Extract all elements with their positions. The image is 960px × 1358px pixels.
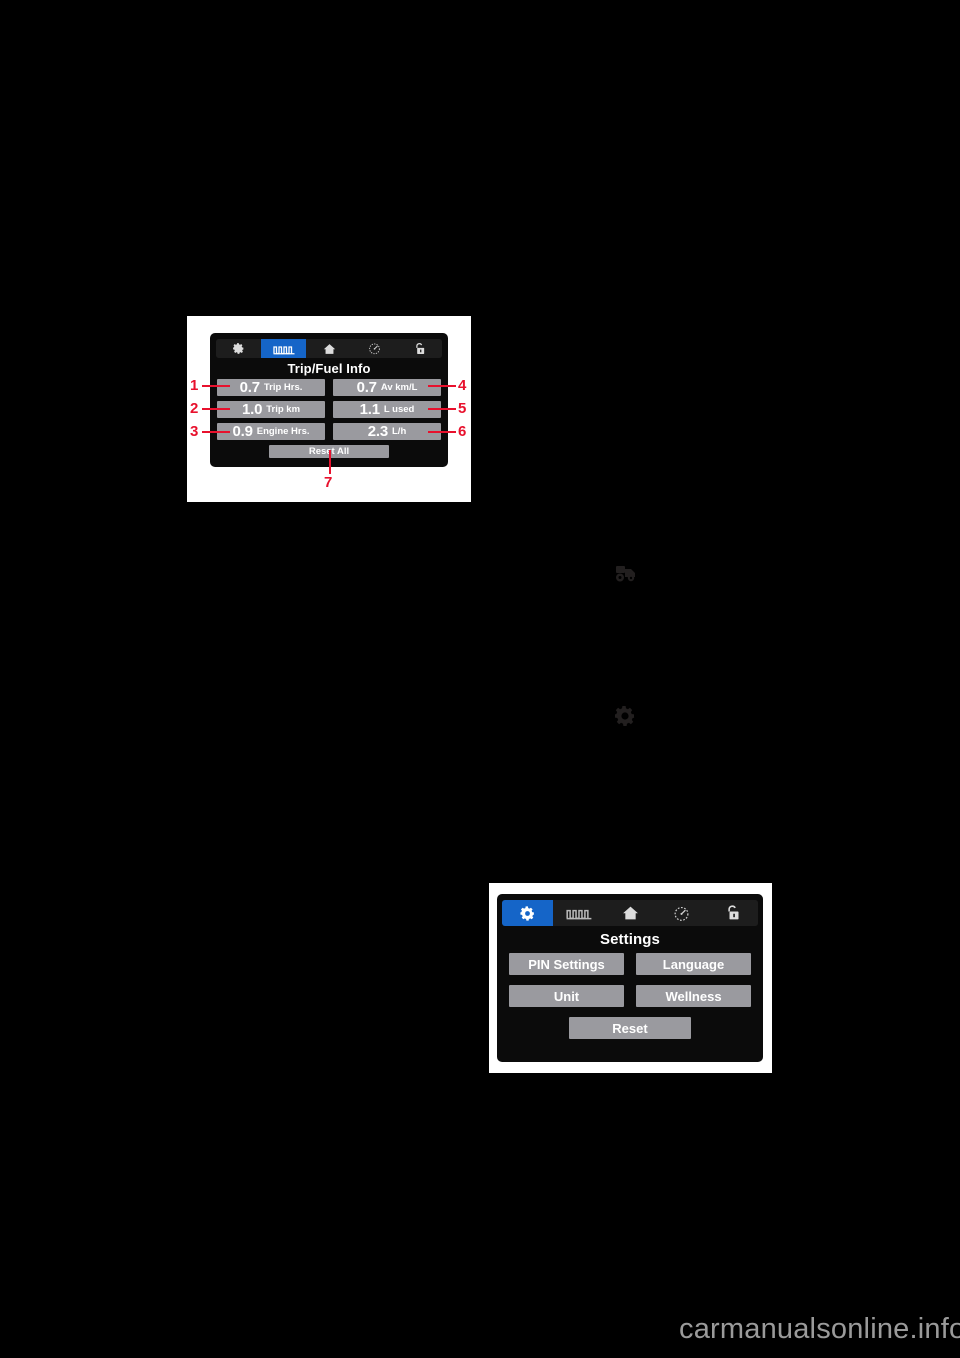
- tab-trip-meter[interactable]: [261, 339, 307, 358]
- value-number: 0.7: [239, 379, 260, 396]
- callout-6: 6: [458, 423, 467, 440]
- value-unit: Engine Hrs.: [256, 425, 310, 437]
- tab-settings[interactable]: [216, 339, 262, 358]
- gear-icon: [613, 704, 637, 728]
- unit-button[interactable]: Unit: [509, 985, 624, 1007]
- value-unit: L/h: [392, 425, 407, 437]
- callout-6-leader: [428, 431, 456, 433]
- callout-2-leader: [202, 408, 230, 410]
- value-trip-hours[interactable]: 0.7 Trip Hrs.: [217, 379, 325, 396]
- unlock-padlock-icon: [413, 342, 426, 356]
- tab-home[interactable]: [306, 339, 352, 358]
- value-unit: Trip km: [266, 403, 301, 415]
- home-icon: [622, 905, 639, 921]
- gear-icon: [519, 905, 536, 922]
- callout-7: 7: [324, 474, 333, 491]
- pin-settings-button[interactable]: PIN Settings: [509, 953, 624, 975]
- callout-3: 3: [190, 423, 199, 440]
- vehicle-icon: [612, 560, 638, 584]
- callout-4-leader: [428, 385, 456, 387]
- home-icon: [323, 343, 336, 355]
- value-number: 1.1: [359, 401, 380, 418]
- callout-3-leader: [202, 431, 230, 433]
- unit-label: Unit: [553, 988, 580, 1004]
- language-button[interactable]: Language: [636, 953, 751, 975]
- callout-5-leader: [428, 408, 456, 410]
- value-litres-per-hour[interactable]: 2.3 L/h: [333, 423, 441, 440]
- value-trip-km[interactable]: 1.0 Trip km: [217, 401, 325, 418]
- wellness-label: Wellness: [665, 988, 722, 1004]
- tab-lock[interactable]: [706, 900, 758, 926]
- pin-settings-label: PIN Settings: [528, 956, 605, 972]
- settings-figure: Settings PIN Settings Language Unit Well…: [489, 883, 772, 1073]
- value-number: 2.3: [367, 423, 388, 440]
- tab-trip-meter[interactable]: [553, 900, 605, 926]
- gauge-icon: [673, 905, 690, 922]
- wellness-button[interactable]: Wellness: [636, 985, 751, 1007]
- tab-settings[interactable]: [502, 900, 554, 926]
- tab-bar[interactable]: [216, 339, 442, 358]
- value-engine-hours[interactable]: 0.9 Engine Hrs.: [217, 423, 325, 440]
- value-number: 0.9: [232, 423, 253, 440]
- callout-2: 2: [190, 400, 199, 417]
- trip-fuel-figure: Trip/Fuel Info 0.7 Trip Hrs. 0.7 Av km/L…: [187, 316, 471, 502]
- language-label: Language: [662, 956, 725, 972]
- trip-fuel-title: Trip/Fuel Info: [287, 361, 371, 376]
- unlock-padlock-icon: [724, 904, 741, 922]
- settings-buttons: PIN Settings Language Unit Wellness: [509, 953, 751, 1007]
- value-unit: L used: [383, 403, 415, 415]
- settings-title: Settings: [600, 931, 660, 948]
- trip-fuel-display: Trip/Fuel Info 0.7 Trip Hrs. 0.7 Av km/L…: [210, 333, 448, 467]
- value-number: 1.0: [241, 401, 263, 418]
- trip-meter-icon: [566, 906, 592, 920]
- trip-fuel-values: 0.7 Trip Hrs. 0.7 Av km/L 1.0 Trip km 1.…: [217, 379, 441, 440]
- gauge-icon: [368, 342, 381, 355]
- reset-button[interactable]: Reset: [569, 1017, 691, 1039]
- callout-7-leader: [329, 450, 331, 474]
- callout-1: 1: [190, 377, 199, 394]
- callout-4: 4: [458, 377, 467, 394]
- settings-display: Settings PIN Settings Language Unit Well…: [497, 894, 763, 1062]
- tab-lock[interactable]: [396, 339, 442, 358]
- gear-icon: [232, 342, 245, 355]
- value-litres-used[interactable]: 1.1 L used: [333, 401, 441, 418]
- callout-1-leader: [202, 385, 230, 387]
- value-average-km-per-l[interactable]: 0.7 Av km/L: [333, 379, 441, 396]
- reset-label: Reset: [612, 1020, 648, 1036]
- trip-meter-icon: [273, 343, 295, 355]
- site-watermark: carmanualsonline.info: [679, 1313, 960, 1345]
- tab-gauge[interactable]: [655, 900, 707, 926]
- tab-gauge[interactable]: [351, 339, 397, 358]
- value-unit: Av km/L: [380, 381, 418, 393]
- tab-bar[interactable]: [502, 900, 758, 926]
- value-number: 0.7: [356, 379, 377, 396]
- callout-5: 5: [458, 400, 467, 417]
- value-unit: Trip Hrs.: [263, 381, 303, 393]
- tab-home[interactable]: [604, 900, 656, 926]
